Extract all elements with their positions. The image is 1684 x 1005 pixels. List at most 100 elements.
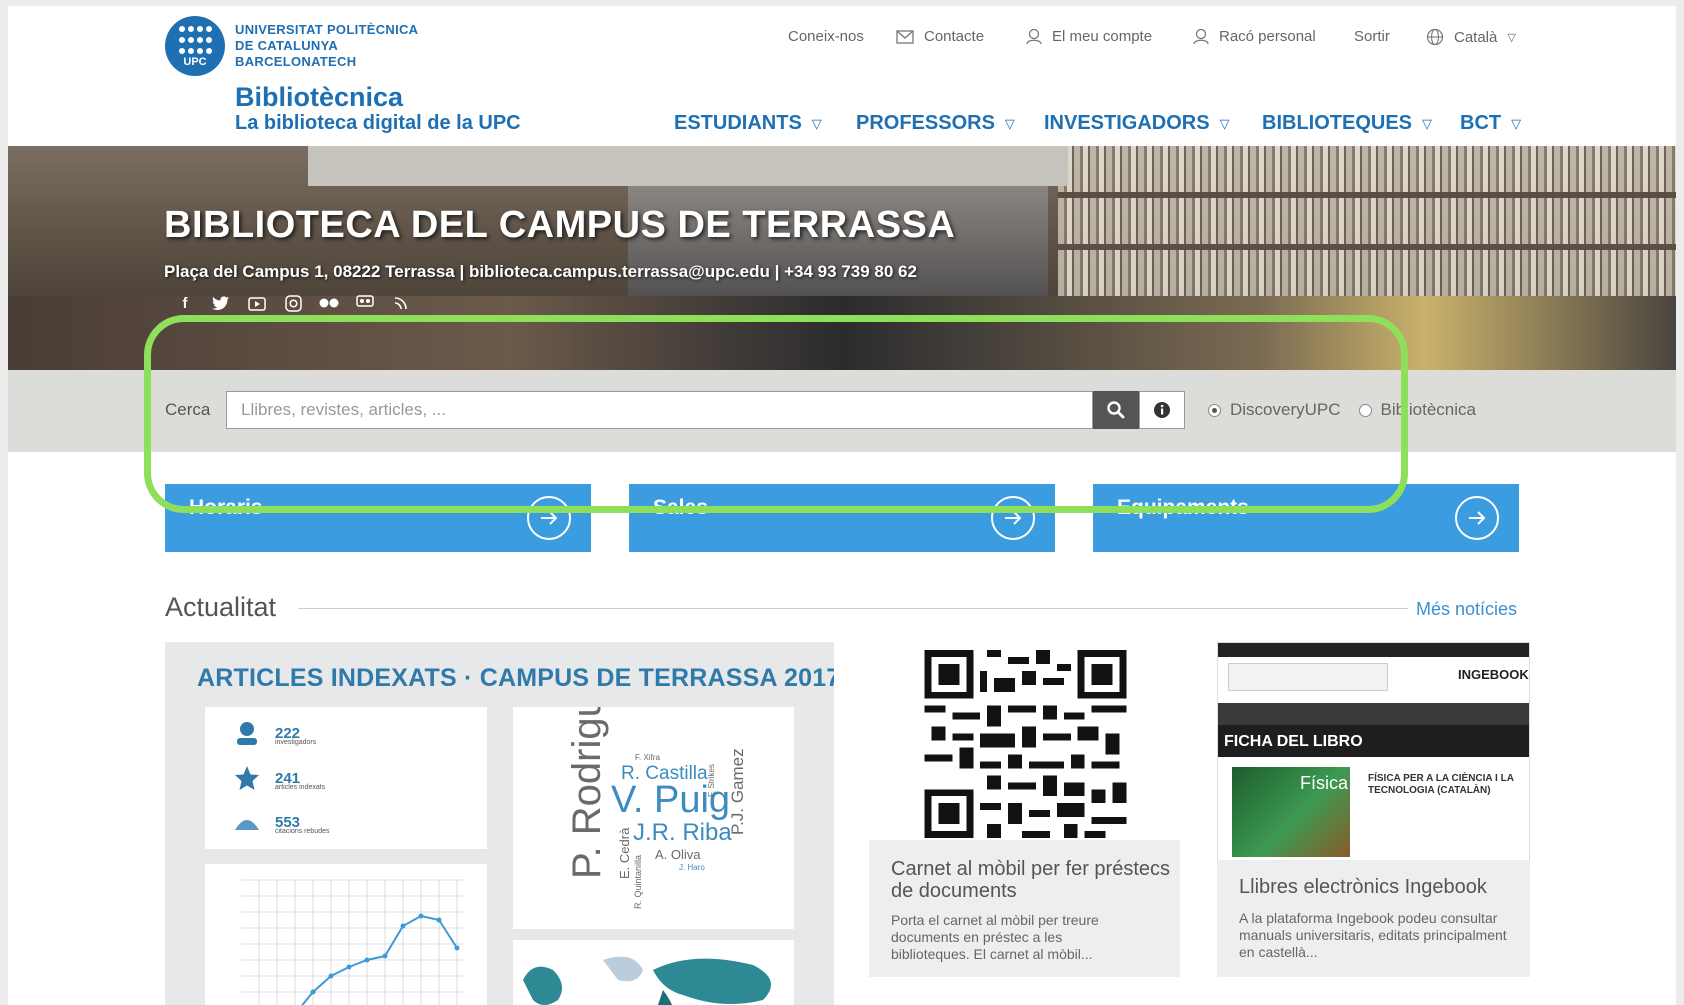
topnav-compte-label: El meu compte [1052,28,1153,45]
search-source-options: DiscoveryUPC Bibliotècnica [1208,400,1476,420]
chevron-down-icon: ▽ [1507,31,1516,44]
cloud-word: P.J. Gamez [728,748,747,835]
main-nav: ESTUDIANTS ▽ PROFESSORS ▽ INVESTIGADORS … [8,112,1676,140]
globe-icon [1426,28,1444,46]
top-nav: Coneix-nos Contacte El meu compte Racó p… [8,28,1676,52]
book-description: FÍSICA PER A LA CIÈNCIA I LA TECNOLOGIA … [1368,773,1514,796]
cloud-word: J. Haro [679,863,705,872]
section-divider [298,608,1408,609]
researcher-icon [237,722,257,745]
info-icon [1154,402,1170,418]
cloud-word: P. Rodriguez [565,707,609,879]
hero-banner: BIBLIOTECA DEL CAMPUS DE TERRASSA Plaça … [8,146,1676,370]
cloud-word: F. Xifra [635,753,660,762]
chevron-down-icon: ▽ [1422,115,1433,131]
world-map-graphic [513,940,794,1005]
arrow-right-icon [527,496,571,540]
nav-professors[interactable]: PROFESSORS ▽ [856,112,1015,135]
search-info-button[interactable] [1139,391,1185,429]
card-title[interactable]: Carnet al mòbil per fer préstecs de docu… [891,858,1171,902]
topnav-raco[interactable]: Racó personal [1193,28,1316,45]
news-card-ingebook[interactable]: INGEBOOK FICHA DEL LIBRO Física FÍSICA P… [1217,642,1530,977]
tile-sales-label: Sales [653,496,708,519]
nav-professors-label: PROFESSORS [856,112,995,134]
language-label: Català [1454,28,1498,46]
nav-investigadors-label: INVESTIGADORS [1044,112,1210,134]
screenshot-searchbox [1228,663,1388,691]
qr-code-image [924,650,1127,838]
page: UPC UNIVERSITAT POLITÈCNICA DE CATALUNYA… [8,6,1676,1005]
site-title[interactable]: Bibliotècnica [235,82,403,113]
search-label: Cerca [165,400,211,419]
radio-discoveryupc[interactable] [1208,403,1221,417]
nav-bct[interactable]: BCT ▽ [1460,112,1521,135]
cloud-word: R. Quintanilla [633,854,643,909]
tile-horaris[interactable]: Horaris [165,484,591,552]
radio-bibliotecnica-label[interactable]: Bibliotècnica [1381,400,1476,420]
card-text: A la plataforma Ingebook podeu consultar… [1239,910,1507,960]
tile-equipaments-label: Equipaments [1117,496,1249,519]
topnav-contacte-label: Contacte [924,28,985,45]
cloud-word: A. Oliva [655,847,701,862]
news-card-carnet-mobil[interactable]: Carnet al mòbil per fer préstecs de docu… [869,642,1180,977]
citations-line-chart [205,864,487,1005]
rss-icon[interactable] [390,292,412,314]
ingebook-screenshot-image: INGEBOOK FICHA DEL LIBRO Física FÍSICA P… [1217,642,1530,864]
topnav-sortir[interactable]: Sortir [1354,28,1390,45]
topnav-coneixnos[interactable]: Coneix-nos [788,28,864,45]
news-feature-articles-indexats[interactable]: ARTICLES INDEXATS · CAMPUS DE TERRASSA 2… [165,642,834,1005]
nav-biblioteques-label: BIBLIOTEQUES [1262,112,1413,134]
nav-investigadors[interactable]: INVESTIGADORS ▽ [1044,112,1230,135]
card-body: Llibres electrònics Ingebook A la plataf… [1217,860,1530,977]
flickr-icon[interactable] [318,292,340,314]
cloud-word: J.R. Riba [633,819,732,846]
language-selector[interactable]: Català ▽ [1426,28,1516,46]
stat-caption: investigadors [275,739,317,746]
topnav-sortir-label: Sortir [1354,28,1390,45]
nav-biblioteques[interactable]: BIBLIOTEQUES ▽ [1262,112,1432,135]
instagram-icon[interactable] [282,292,304,314]
logo-abbr: UPC [183,56,207,68]
tile-sales[interactable]: Sales [629,484,1055,552]
slideshare-icon[interactable] [354,292,376,314]
arrow-right-icon [991,496,1035,540]
card-text: Porta el carnet al mòbil per treure docu… [891,912,1099,962]
book-cover-title: Física [1300,773,1349,793]
tile-horaris-label: Horaris [189,496,263,519]
more-news-link[interactable]: Més notícies [1416,599,1517,620]
facebook-icon[interactable]: f [174,292,196,314]
youtube-icon[interactable] [246,292,268,314]
author-word-cloud: P. Rodriguez R. Castilla V. Puig J.R. Ri… [513,707,794,929]
stat-articles: 241 articles indexats [233,764,325,792]
nav-estudiants[interactable]: ESTUDIANTS ▽ [674,112,822,135]
screenshot-menubar [1218,703,1529,725]
twitter-icon[interactable] [210,292,232,314]
card-title[interactable]: Llibres electrònics Ingebook [1239,876,1519,898]
user-icon [1193,28,1209,45]
star-icon [235,766,259,790]
triangle-icon [235,820,259,830]
search-input[interactable] [226,391,1093,429]
radio-bibliotecnica[interactable] [1358,403,1372,417]
chevron-down-icon: ▽ [1511,115,1522,131]
hero-title: BIBLIOTECA DEL CAMPUS DE TERRASSA [164,204,956,246]
user-icon [1026,28,1042,45]
ceiling-image [308,146,1068,186]
search-button[interactable] [1093,391,1139,429]
topnav-contacte[interactable]: Contacte [896,28,984,45]
ingebook-brand: INGEBOOK [1458,667,1529,682]
envelope-icon [896,29,914,44]
logo-line3: BARCELONATECH [235,54,357,69]
search-bar: Cerca DiscoveryUPC Bibliotècnica [8,370,1676,452]
cloud-word: E. Cedrà [617,827,632,879]
chevron-down-icon: ▽ [1004,115,1015,131]
tile-equipaments[interactable]: Equipaments [1093,484,1519,552]
screenshot-heading: FICHA DEL LIBRO [1218,725,1529,757]
radio-discoveryupc-label[interactable]: DiscoveryUPC [1230,400,1341,420]
screenshot-topbar [1218,643,1529,657]
stats-box: 222 investigadors 241 articles indexats … [205,707,487,849]
stat-citacions: 553 citacions rebudes [233,808,329,836]
search-icon [1107,401,1125,419]
topnav-compte[interactable]: El meu compte [1026,28,1152,45]
world-map-icon [523,956,771,1005]
